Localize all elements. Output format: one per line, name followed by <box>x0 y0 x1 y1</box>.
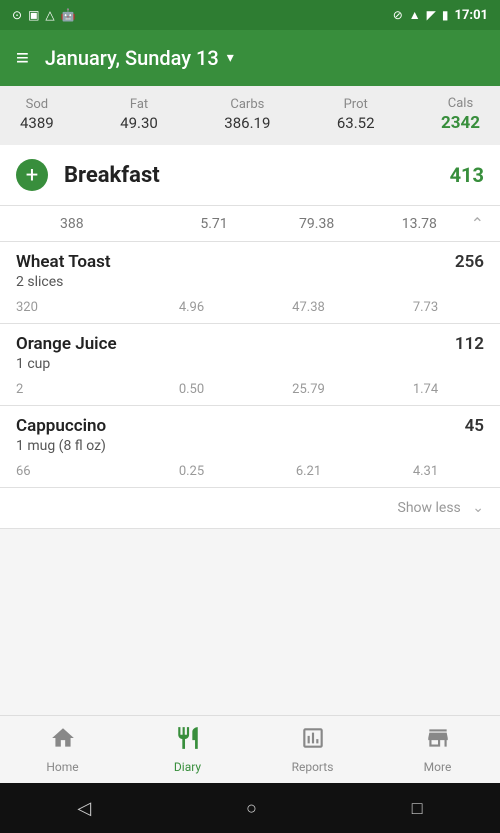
nav-item-home[interactable]: Home <box>0 717 125 782</box>
cappuccino-carbs: 6.21 <box>250 464 367 479</box>
orange-juice-serving: 1 cup <box>16 356 484 372</box>
diary-label: Diary <box>174 760 201 774</box>
warning-icon: △ <box>45 8 54 22</box>
food-item-wheat-toast[interactable]: Wheat Toast 256 2 slices 320 4.96 47.38 … <box>0 242 500 324</box>
tablet-icon: ▣ <box>28 8 39 22</box>
orange-juice-prot: 1.74 <box>367 382 484 397</box>
wheat-toast-cals: 256 <box>455 252 484 272</box>
food-item-orange-juice[interactable]: Orange Juice 112 1 cup 2 0.50 25.79 1.74 <box>0 324 500 406</box>
main-content: + Breakfast 413 388 5.71 79.38 13.78 ⌃ W… <box>0 145 500 529</box>
wheat-toast-carbs: 47.38 <box>250 300 367 315</box>
breakfast-nutrition-row: 388 5.71 79.38 13.78 ⌃ <box>0 206 500 242</box>
wifi-icon: ▲ <box>409 8 421 22</box>
summary-header: Sod 4389 Fat 49.30 Carbs 386.19 Prot 63.… <box>0 86 500 145</box>
cappuccino-sod: 66 <box>16 464 133 479</box>
cappuccino-name: Cappuccino <box>16 416 106 436</box>
reports-icon <box>300 725 326 757</box>
orange-juice-fat: 0.50 <box>133 382 250 397</box>
add-breakfast-button[interactable]: + <box>16 159 48 191</box>
wheat-toast-sod: 320 <box>16 300 133 315</box>
sod-label: Sod <box>26 97 48 112</box>
home-icon <box>50 725 76 757</box>
status-time: 17:01 <box>455 8 489 23</box>
summary-col-carbs: Carbs 386.19 <box>224 97 270 132</box>
breakfast-sod: 388 <box>60 216 163 232</box>
battery-icon: ▮ <box>442 8 449 22</box>
orange-juice-cals: 112 <box>455 334 484 354</box>
nav-item-reports[interactable]: Reports <box>250 717 375 782</box>
breakfast-prot: 13.78 <box>368 216 471 232</box>
home-button[interactable]: ○ <box>246 798 257 819</box>
cappuccino-cals: 45 <box>465 416 484 436</box>
android-icon: 🤖 <box>61 8 76 22</box>
orange-juice-sod: 2 <box>16 382 133 397</box>
summary-col-prot: Prot 63.52 <box>337 97 375 132</box>
cappuccino-header: Cappuccino 45 <box>16 416 484 436</box>
hamburger-icon[interactable]: ≡ <box>16 45 29 71</box>
status-bar-right: ⊘ ▲ ◤ ▮ 17:01 <box>393 8 488 23</box>
bottom-nav: Home Diary Reports More <box>0 715 500 783</box>
orange-juice-nutrition: 2 0.50 25.79 1.74 <box>16 378 484 405</box>
fat-value: 49.30 <box>120 114 158 132</box>
carbs-label: Carbs <box>230 97 264 112</box>
wheat-toast-fat: 4.96 <box>133 300 250 315</box>
android-bar: ◁ ○ □ <box>0 783 500 833</box>
wheat-toast-prot: 7.73 <box>367 300 484 315</box>
circle-icon: ⊙ <box>12 8 22 22</box>
cappuccino-prot: 4.31 <box>367 464 484 479</box>
cappuccino-nutrition: 66 0.25 6.21 4.31 <box>16 460 484 487</box>
cals-value: 2342 <box>441 113 480 133</box>
food-item-cappuccino[interactable]: Cappuccino 45 1 mug (8 fl oz) 66 0.25 6.… <box>0 406 500 488</box>
wheat-toast-nutrition: 320 4.96 47.38 7.73 <box>16 296 484 323</box>
wheat-toast-header: Wheat Toast 256 <box>16 252 484 272</box>
nav-title[interactable]: January, Sunday 13 ▾ <box>45 46 484 70</box>
nav-item-diary[interactable]: Diary <box>125 717 250 782</box>
status-bar-left: ⊙ ▣ △ 🤖 <box>12 8 76 22</box>
breakfast-calories: 413 <box>450 163 484 187</box>
summary-col-fat: Fat 49.30 <box>120 97 158 132</box>
prot-value: 63.52 <box>337 114 375 132</box>
summary-col-sod: Sod 4389 <box>20 97 54 132</box>
show-more-label: Show less <box>398 500 461 516</box>
carbs-value: 386.19 <box>224 114 270 132</box>
wheat-toast-name: Wheat Toast <box>16 252 111 272</box>
reports-label: Reports <box>292 760 334 774</box>
breakfast-title: Breakfast <box>64 163 450 188</box>
cappuccino-fat: 0.25 <box>133 464 250 479</box>
more-label: More <box>424 760 452 774</box>
show-more-row[interactable]: Show less ⌄ <box>0 488 500 529</box>
wheat-toast-serving: 2 slices <box>16 274 484 290</box>
dropdown-arrow-icon: ▾ <box>227 50 234 66</box>
cals-label: Cals <box>448 96 473 111</box>
nav-item-more[interactable]: More <box>375 717 500 782</box>
orange-juice-name: Orange Juice <box>16 334 117 354</box>
nav-bar: ≡ January, Sunday 13 ▾ <box>0 30 500 86</box>
orange-juice-carbs: 25.79 <box>250 382 367 397</box>
ban-icon: ⊘ <box>393 8 403 22</box>
prot-label: Prot <box>344 97 368 112</box>
breakfast-fat: 5.71 <box>163 216 266 232</box>
breakfast-carbs: 79.38 <box>265 216 368 232</box>
diary-icon <box>175 725 201 757</box>
nav-title-text: January, Sunday 13 <box>45 46 219 70</box>
home-label: Home <box>46 760 78 774</box>
orange-juice-header: Orange Juice 112 <box>16 334 484 354</box>
fat-label: Fat <box>130 97 148 112</box>
status-bar: ⊙ ▣ △ 🤖 ⊘ ▲ ◤ ▮ 17:01 <box>0 0 500 30</box>
signal-icon: ◤ <box>427 8 436 22</box>
breakfast-header: + Breakfast 413 <box>0 145 500 206</box>
back-button[interactable]: ◁ <box>77 798 91 819</box>
summary-col-cals: Cals 2342 <box>441 96 480 133</box>
recent-button[interactable]: □ <box>412 798 423 819</box>
sod-value: 4389 <box>20 114 54 132</box>
cappuccino-serving: 1 mug (8 fl oz) <box>16 438 484 454</box>
more-icon <box>425 725 451 757</box>
collapse-icon[interactable]: ⌃ <box>471 214 484 233</box>
expand-icon: ⌄ <box>472 500 484 516</box>
